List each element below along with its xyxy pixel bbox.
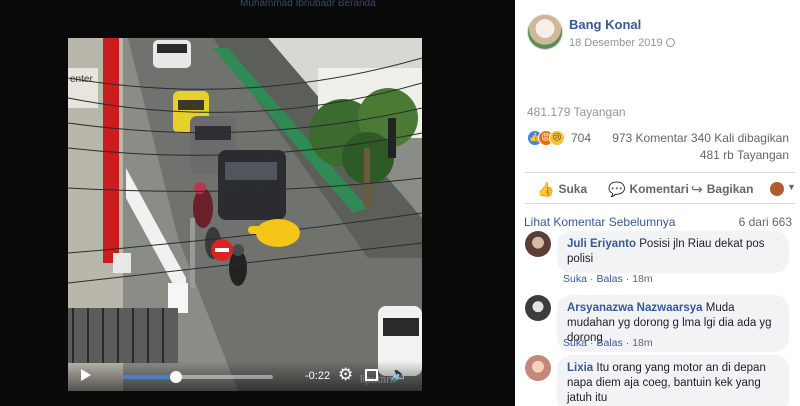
video-frame: enter (68, 38, 422, 391)
comment-text: Itu orang yang motor an di depan napa di… (567, 362, 766, 404)
comment-meta: Suka · Balas · 18m (563, 337, 653, 349)
comments-shares-count: 973 Komentar 340 Kali dibagikan (612, 131, 789, 145)
post-stats: 👍 😡 😢 704 973 Komentar 340 Kali dibagika… (527, 128, 795, 168)
like-button-label: Suka (558, 182, 588, 196)
post-date-text[interactable]: 18 Desember 2019 (569, 37, 663, 49)
comment-bubble: Lixia Itu orang yang motor an di depan n… (557, 355, 789, 406)
video-progress-bar[interactable] (123, 371, 273, 383)
speaker-icon[interactable]: 🔈 (390, 366, 409, 383)
like-button[interactable]: 👍 Suka (537, 181, 587, 198)
comment-button-label: Komentari (629, 182, 689, 196)
fullscreen-icon[interactable] (365, 369, 378, 381)
comment-meta: Suka · Balas · 18m (563, 273, 653, 285)
views-count-short: 481 rb Tayangan (699, 148, 789, 162)
share-icon: ↪ (691, 181, 703, 197)
comment-like-link[interactable]: Suka (563, 273, 587, 285)
comment-button[interactable]: 💬 Komentari (608, 181, 689, 198)
avatar[interactable] (525, 355, 551, 381)
comment-bubble: Juli Eriyanto Posisi jln Riau dekat pos … (557, 231, 789, 273)
shares-count[interactable]: 340 Kali dibagikan (691, 131, 789, 145)
video-player[interactable]: enter -0:22 ⚙ 🔈 (68, 38, 422, 391)
sad-reaction-icon: 😢 (549, 130, 565, 146)
view-previous-comments-link[interactable]: Lihat Komentar Sebelumnya (524, 215, 675, 229)
video-progress-fill (123, 375, 176, 379)
comment-reply-link[interactable]: Balas (596, 273, 622, 285)
globe-icon (665, 38, 675, 47)
reaction-count[interactable]: 704 (571, 131, 591, 145)
comment-time[interactable]: 18m (632, 273, 652, 285)
comment-like-link[interactable]: Suka (563, 337, 587, 349)
post-date[interactable]: 18 Desember 2019 (569, 37, 675, 49)
share-button[interactable]: ↪ Bagikan (691, 181, 753, 198)
thumbs-up-icon: 👍 (537, 181, 555, 197)
comment-icon: 💬 (608, 181, 626, 197)
comments-count-of: 6 dari 663 (738, 215, 792, 229)
avatar[interactable] (525, 231, 551, 257)
share-button-label: Bagikan (706, 182, 754, 196)
video-time-remaining: -0:22 (305, 370, 331, 382)
avatar[interactable] (527, 14, 563, 50)
post-panel: Bang Konal 18 Desember 2019 481.179 Taya… (515, 0, 800, 406)
avatar[interactable] (525, 295, 551, 321)
comment-author[interactable]: Lixia (567, 362, 593, 374)
chevron-down-icon[interactable]: ▼ (787, 182, 796, 192)
video-controls: -0:22 ⚙ 🔈 (68, 361, 422, 391)
topbar-blurred-text: Muhammad Ibnubadr Beranda (240, 0, 376, 9)
comment-reply-link[interactable]: Balas (596, 337, 622, 349)
gear-icon[interactable]: ⚙ (338, 366, 353, 383)
video-theater: Muhammad Ibnubadr Beranda enter -0:22 ⚙ … (0, 0, 515, 406)
comments-count[interactable]: 973 Komentar (612, 131, 687, 145)
post-author[interactable]: Bang Konal (569, 17, 641, 32)
video-progress-handle[interactable] (169, 371, 182, 383)
comment-author[interactable]: Arsyanazwa Nazwaarsya (567, 302, 703, 314)
comment-author[interactable]: Juli Eriyanto (567, 238, 636, 250)
views-count: 481.179 Tayangan (527, 105, 626, 119)
play-icon[interactable] (81, 369, 91, 381)
svg-text:enter: enter (70, 74, 93, 85)
reaction-as-avatar[interactable] (770, 182, 784, 196)
action-bar: 👍 Suka 💬 Komentari ↪ Bagikan ▼ (525, 172, 796, 204)
comment-time[interactable]: 18m (632, 337, 652, 349)
